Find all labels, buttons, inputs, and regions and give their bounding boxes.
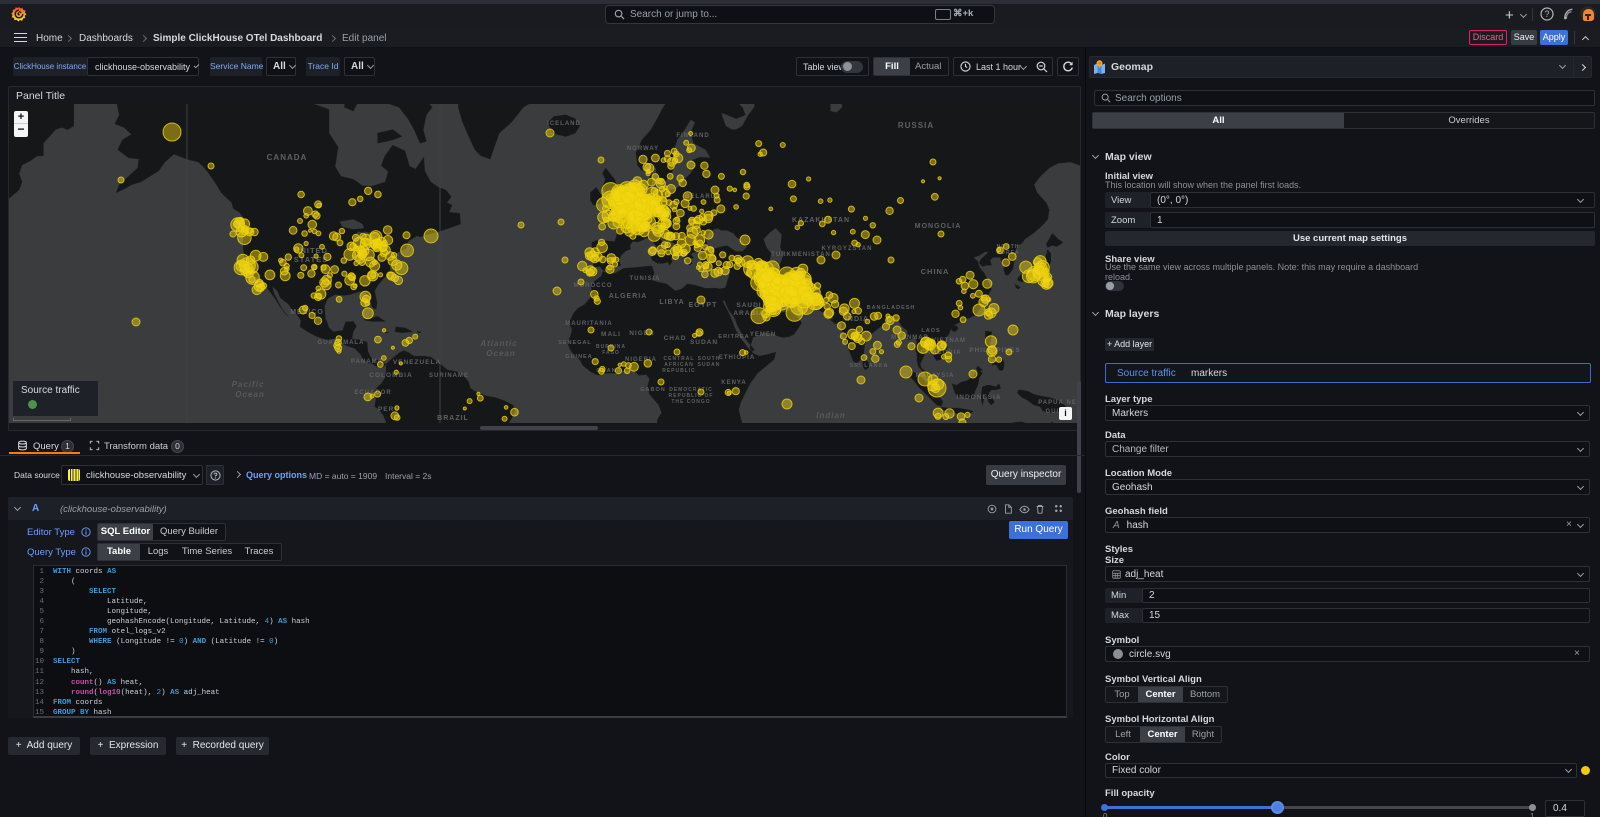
svg-text:Ocean: Ocean (235, 390, 264, 399)
svg-text:GABON: GABON (640, 387, 665, 393)
svg-text:CHAD: CHAD (664, 335, 687, 342)
svg-text:REPUBLIC: REPUBLIC (662, 368, 696, 374)
svg-text:BRAZIL: BRAZIL (437, 415, 469, 422)
svg-text:LIBYA: LIBYA (659, 299, 684, 306)
svg-text:CHINA: CHINA (921, 267, 950, 276)
svg-text:BANGLADESH: BANGLADESH (867, 305, 916, 311)
svg-text:Ocean: Ocean (486, 349, 515, 358)
svg-text:SUDAN: SUDAN (690, 339, 718, 346)
svg-text:VIETNAM: VIETNAM (932, 338, 966, 344)
svg-text:NORWAY: NORWAY (627, 146, 659, 152)
svg-text:SUDAN: SUDAN (698, 362, 721, 368)
svg-text:LAOS: LAOS (921, 328, 940, 334)
svg-text:COLOMBIA: COLOMBIA (369, 372, 412, 379)
svg-text:?: ? (1544, 9, 1549, 19)
svg-text:PAPUA: PAPUA (1038, 400, 1064, 406)
svg-text:ETHIOPIA: ETHIOPIA (719, 355, 755, 361)
svg-text:INDONESIA: INDONESIA (956, 394, 1001, 401)
svg-text:MALI: MALI (601, 331, 621, 338)
svg-text:SURINAME: SURINAME (429, 373, 469, 379)
svg-text:YEMEN: YEMEN (750, 332, 776, 338)
svg-text:Atlantic: Atlantic (479, 339, 517, 348)
svg-text:KENYA: KENYA (721, 380, 746, 386)
svg-text:MONGOLIA: MONGOLIA (915, 223, 962, 230)
svg-text:TUNISIA: TUNISIA (630, 276, 661, 282)
svg-text:ERITREA: ERITREA (718, 334, 749, 340)
svg-text:Indian: Indian (816, 411, 846, 420)
svg-text:SENEGAL: SENEGAL (558, 340, 592, 346)
svg-text:ALGERIA: ALGERIA (609, 293, 648, 300)
svg-text:GUINEA: GUINEA (565, 354, 592, 360)
svg-text:Pacific: Pacific (232, 380, 265, 389)
svg-text:THE CONGO: THE CONGO (671, 399, 710, 405)
svg-text:RUSSIA: RUSSIA (898, 121, 934, 130)
svg-text:MAURITANIA: MAURITANIA (565, 321, 613, 327)
svg-text:SRI LANKA: SRI LANKA (850, 363, 889, 369)
svg-text:NIGERIA: NIGERIA (625, 357, 657, 363)
svg-text:ICELAND: ICELAND (547, 121, 581, 127)
svg-text:CANADA: CANADA (267, 153, 308, 162)
